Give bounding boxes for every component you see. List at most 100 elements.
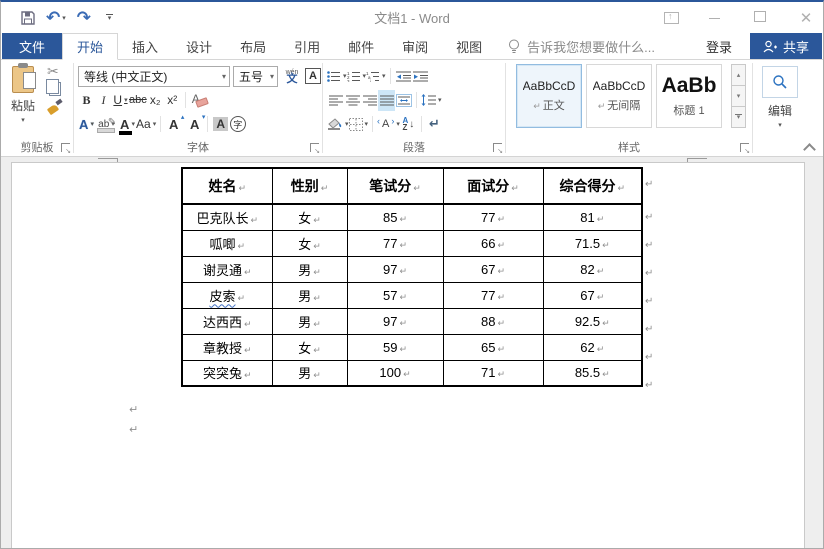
table-cell[interactable]: 66↵	[443, 230, 543, 256]
increase-indent-button[interactable]	[412, 66, 429, 87]
gallery-scroll-down-button[interactable]: ▾	[731, 86, 746, 107]
sort-button[interactable]: AZ↓	[400, 114, 417, 135]
font-color-button[interactable]: A	[119, 114, 136, 135]
table-cell[interactable]: 男↵	[272, 308, 347, 334]
clear-formatting-button[interactable]: A	[190, 92, 208, 108]
asian-layout-button[interactable]: A›	[377, 114, 400, 135]
style-card-无间隔[interactable]: AaBbCcD↵无间隔	[586, 64, 652, 128]
table-cell[interactable]: 男↵	[272, 256, 347, 282]
font-dialog-launcher[interactable]	[310, 143, 319, 152]
header-cell-性别[interactable]: 性别↵	[272, 168, 347, 204]
table-cell[interactable]: 62↵	[543, 334, 642, 360]
paste-button[interactable]: 粘贴	[4, 64, 42, 136]
table-cell[interactable]: 男↵	[272, 360, 347, 386]
undo-dropdown-icon[interactable]: ▾	[62, 14, 66, 22]
bullets-button[interactable]	[327, 66, 347, 87]
table-cell[interactable]: 67↵	[543, 282, 642, 308]
character-border-button[interactable]: A	[305, 68, 321, 84]
italic-button[interactable]: I	[95, 90, 112, 111]
table-cell[interactable]: 77↵	[443, 282, 543, 308]
table-cell[interactable]: 92.5↵	[543, 308, 642, 334]
align-right-button[interactable]	[361, 90, 378, 111]
font-name-combo[interactable]: 等线 (中文正文)	[78, 66, 230, 87]
header-cell-综合得分[interactable]: 综合得分↵	[543, 168, 642, 204]
show-hide-marks-button[interactable]: ↵	[426, 114, 443, 135]
gallery-more-button[interactable]: ▾	[731, 107, 746, 128]
clipboard-dialog-launcher[interactable]	[61, 143, 70, 152]
collapse-ribbon-button[interactable]	[804, 143, 816, 151]
paragraph-dialog-launcher[interactable]	[493, 143, 502, 152]
borders-button[interactable]	[349, 114, 369, 135]
tell-me-box[interactable]: 告诉我您想要做什么...	[508, 33, 655, 59]
table-cell[interactable]: 达西西↵	[182, 308, 272, 334]
header-cell-姓名[interactable]: 姓名↵	[182, 168, 272, 204]
multilevel-list-button[interactable]: 1ai	[366, 66, 386, 87]
table-cell[interactable]: 57↵	[347, 282, 443, 308]
ribbon-display-options-button[interactable]	[664, 12, 679, 24]
underline-button[interactable]: U	[112, 90, 129, 111]
table-cell[interactable]: 81↵	[543, 204, 642, 230]
table-cell[interactable]: 71↵	[443, 360, 543, 386]
font-size-combo[interactable]: 五号	[233, 66, 278, 87]
table-cell[interactable]: 巴克队长↵	[182, 204, 272, 230]
table-cell[interactable]: 59↵	[347, 334, 443, 360]
tab-开始[interactable]: 开始	[62, 33, 118, 60]
table-cell[interactable]: 皮索↵	[182, 282, 272, 308]
table-cell[interactable]: 85↵	[347, 204, 443, 230]
table-cell[interactable]: 77↵	[347, 230, 443, 256]
enclose-characters-button[interactable]: 字	[229, 114, 246, 135]
format-painter-icon[interactable]	[47, 100, 62, 114]
editing-button[interactable]: 编辑	[753, 64, 807, 129]
tab-布局[interactable]: 布局	[226, 33, 280, 59]
tab-设计[interactable]: 设计	[172, 33, 226, 59]
subscript-button[interactable]: x₂	[147, 90, 164, 111]
table-cell[interactable]: 67↵	[443, 256, 543, 282]
table-cell[interactable]: 100↵	[347, 360, 443, 386]
table-cell[interactable]: 女↵	[272, 334, 347, 360]
shrink-font-button[interactable]: A	[186, 114, 203, 135]
decrease-indent-button[interactable]	[395, 66, 412, 87]
table-cell[interactable]: 77↵	[443, 204, 543, 230]
header-cell-笔试分[interactable]: 笔试分↵	[347, 168, 443, 204]
numbering-button[interactable]: 123	[347, 66, 367, 87]
maximize-button[interactable]	[749, 10, 771, 25]
table-cell[interactable]: 突突兔↵	[182, 360, 272, 386]
sign-in-link[interactable]: 登录	[706, 33, 732, 59]
table-cell[interactable]: 82↵	[543, 256, 642, 282]
minimize-button[interactable]	[703, 10, 725, 25]
text-effects-button[interactable]: A	[78, 114, 95, 135]
customize-qat-button[interactable]: ▾	[106, 14, 113, 21]
strikethrough-button[interactable]: abc	[129, 90, 147, 111]
tab-视图[interactable]: 视图	[442, 33, 496, 59]
tab-邮件[interactable]: 邮件	[334, 33, 388, 59]
header-cell-面试分[interactable]: 面试分↵	[443, 168, 543, 204]
line-spacing-button[interactable]	[421, 90, 442, 111]
tab-引用[interactable]: 引用	[280, 33, 334, 59]
table-cell[interactable]: 65↵	[443, 334, 543, 360]
table-cell[interactable]: 男↵	[272, 282, 347, 308]
grow-font-button[interactable]: A	[165, 114, 182, 135]
style-card-正文[interactable]: AaBbCcD↵正文	[516, 64, 582, 128]
save-icon[interactable]	[21, 11, 35, 25]
change-case-button[interactable]: Aa	[136, 114, 156, 135]
shading-button[interactable]	[327, 114, 349, 135]
redo-button[interactable]: ↷	[77, 9, 91, 26]
close-button[interactable]: ✕	[795, 9, 817, 27]
superscript-button[interactable]: x²	[164, 90, 181, 111]
table-cell[interactable]: 女↵	[272, 230, 347, 256]
gallery-scroll-up-button[interactable]: ▴	[731, 64, 746, 86]
table-cell[interactable]: 88↵	[443, 308, 543, 334]
table-cell[interactable]: 97↵	[347, 308, 443, 334]
tab-插入[interactable]: 插入	[118, 33, 172, 59]
cut-icon[interactable]: ✂	[47, 64, 62, 78]
bold-button[interactable]: B	[78, 90, 95, 111]
distribute-text-button[interactable]	[395, 90, 412, 111]
tab-file[interactable]: 文件	[2, 33, 62, 59]
copy-icon[interactable]	[49, 82, 61, 96]
table-cell[interactable]: 呱唧↵	[182, 230, 272, 256]
table-cell[interactable]: 85.5↵	[543, 360, 642, 386]
share-button[interactable]: 共享	[750, 33, 822, 59]
table-cell[interactable]: 97↵	[347, 256, 443, 282]
table-cell[interactable]: 女↵	[272, 204, 347, 230]
character-shading-button[interactable]: A	[212, 114, 229, 135]
